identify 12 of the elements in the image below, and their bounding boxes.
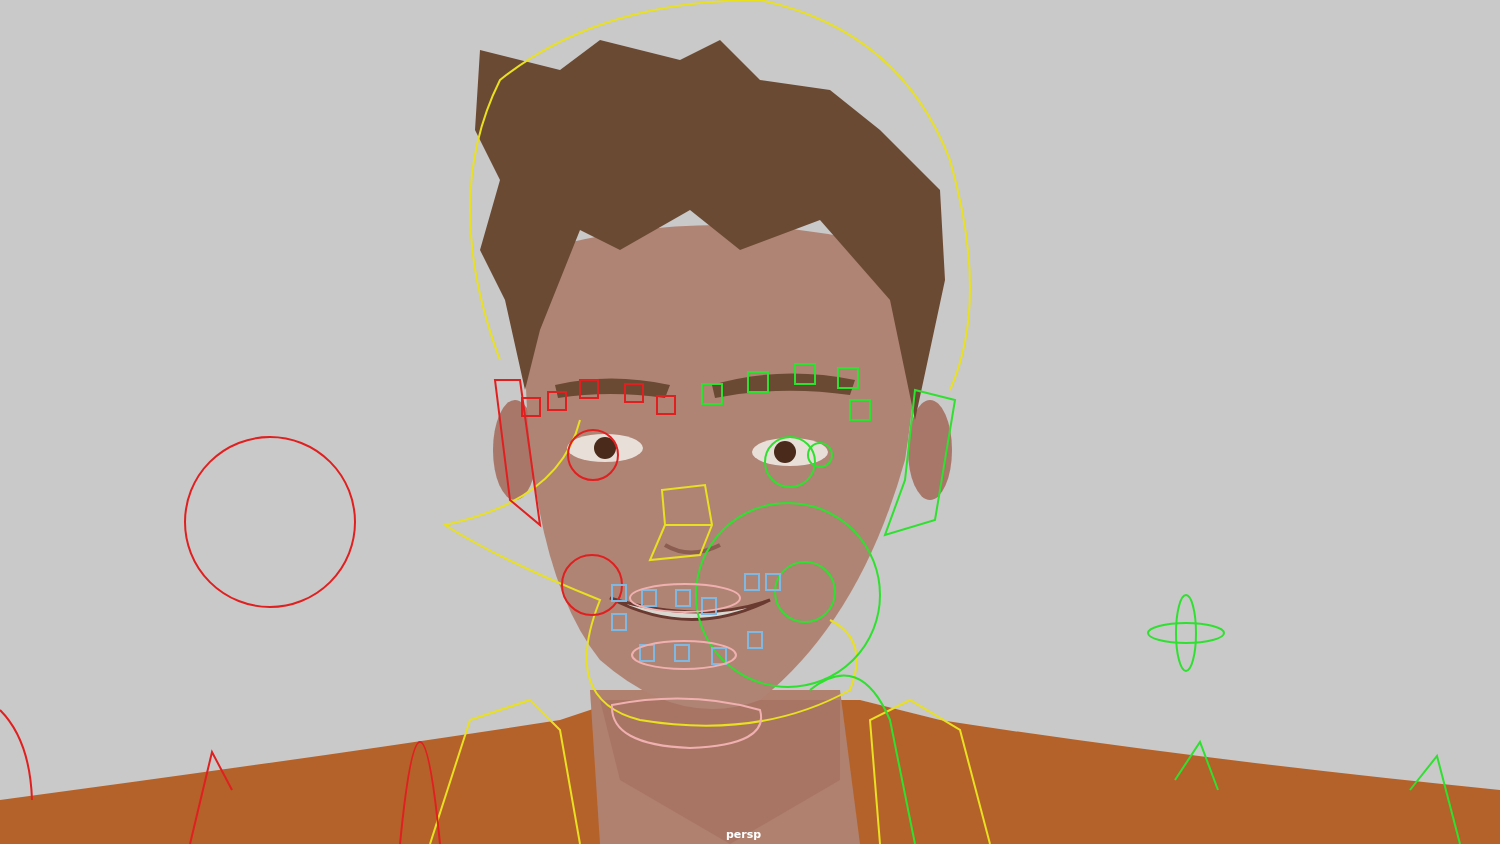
face-control[interactable] — [493, 379, 623, 616]
face-control[interactable] — [695, 388, 957, 688]
brow-control[interactable] — [521, 379, 676, 417]
lip-control[interactable] — [611, 573, 781, 665]
brow-control[interactable] — [701, 363, 871, 421]
camera-label: persp — [726, 828, 762, 841]
eye-control[interactable] — [184, 436, 356, 608]
nose-control[interactable] — [648, 483, 714, 562]
shoulder-control[interactable] — [429, 698, 991, 844]
lip-control[interactable] — [611, 583, 763, 749]
head-control[interactable] — [469, 0, 971, 391]
jaw-control[interactable] — [444, 419, 858, 727]
